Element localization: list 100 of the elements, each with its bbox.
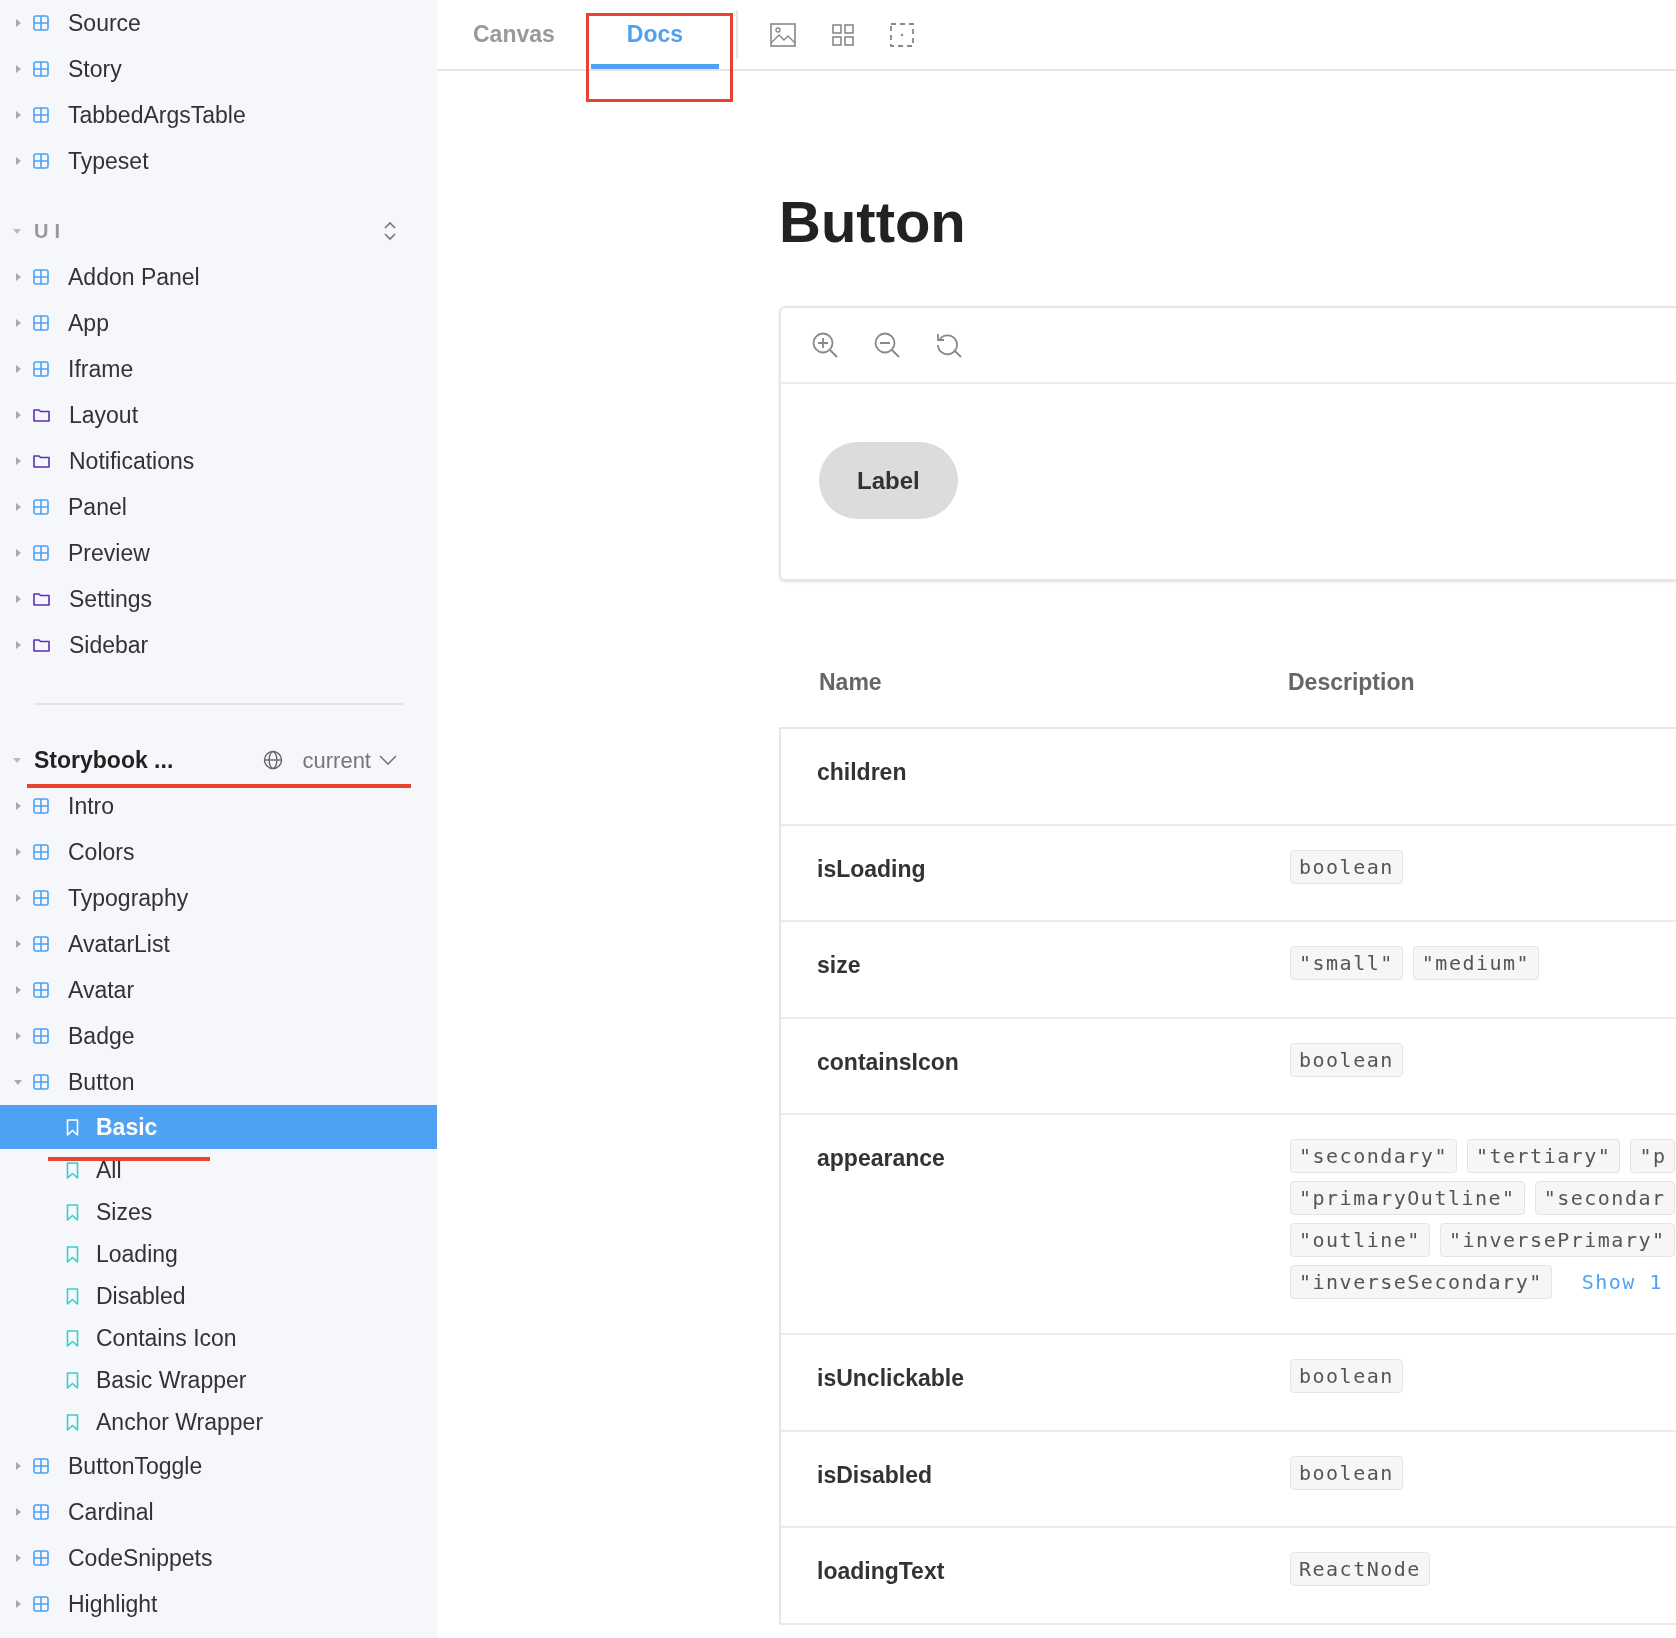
bookmark-icon xyxy=(66,1118,79,1136)
caret-right-icon xyxy=(14,365,22,373)
type-value: "primaryOutline" xyxy=(1290,1181,1525,1215)
caret-right-icon xyxy=(14,986,22,994)
tree-item[interactable]: Intro xyxy=(0,783,437,829)
tree-item[interactable]: Source xyxy=(0,0,437,46)
tree-item[interactable]: ButtonToggle xyxy=(0,1443,437,1489)
version-dropdown[interactable]: current xyxy=(302,743,397,777)
folder-icon xyxy=(33,454,50,468)
column-header: Description xyxy=(1288,668,1415,697)
caret-right-icon xyxy=(14,1462,22,1470)
prop-name: containsIcon xyxy=(816,1047,960,1077)
tree-item[interactable]: Highlight xyxy=(0,1581,437,1627)
component-icon xyxy=(33,107,49,123)
expand-collapse-icon[interactable] xyxy=(383,220,397,242)
tree-item[interactable]: Typeset xyxy=(0,138,437,184)
component-icon xyxy=(33,1028,49,1044)
folder-icon xyxy=(33,638,50,652)
chevron-down-icon xyxy=(379,755,397,765)
zoom-out-icon[interactable] xyxy=(873,331,901,359)
tree-item[interactable]: Colors xyxy=(0,829,437,875)
tree-item[interactable]: Iframe xyxy=(0,346,437,392)
tree-item[interactable]: Notifications xyxy=(0,438,437,484)
nested-tree-item[interactable]: Anchor Wrapper xyxy=(0,1401,437,1443)
nested-tree-item[interactable]: Loading xyxy=(0,1233,437,1275)
nested-tree-item[interactable]: Contains Icon xyxy=(0,1317,437,1359)
nested-tree-item[interactable]: Basic Wrapper xyxy=(0,1359,437,1401)
component-icon xyxy=(33,1596,49,1612)
component-icon xyxy=(33,499,49,515)
caret-right-icon xyxy=(14,457,22,465)
tree-item[interactable]: Layout xyxy=(0,392,437,438)
tree-item[interactable]: Preview xyxy=(0,530,437,576)
zoom-in-icon[interactable] xyxy=(811,331,839,359)
bookmark-icon xyxy=(66,1371,79,1389)
tree-item[interactable]: Settings xyxy=(0,576,437,622)
nested-tree-item[interactable]: Disabled xyxy=(0,1275,437,1317)
component-icon xyxy=(33,61,49,77)
caret-right-icon xyxy=(14,319,22,327)
tree-item[interactable]: Sidebar xyxy=(0,622,437,668)
page-title: Button xyxy=(779,193,967,251)
caret-right-icon xyxy=(14,273,22,281)
caret-right-icon xyxy=(14,1554,22,1562)
component-icon xyxy=(33,936,49,952)
type-value: ReactNode xyxy=(1290,1552,1430,1586)
folder-icon xyxy=(33,592,50,606)
nested-tree-item[interactable]: All xyxy=(0,1149,437,1191)
component-icon xyxy=(33,1550,49,1566)
bookmark-icon xyxy=(66,1329,79,1347)
bookmark-icon xyxy=(66,1203,79,1221)
prop-name: isUnclickable xyxy=(816,1364,966,1393)
prop-name: isDisabled xyxy=(816,1460,934,1490)
caret-right-icon xyxy=(14,802,22,810)
prop-name: size xyxy=(816,951,862,980)
type-value: "secondary" xyxy=(1290,1139,1457,1173)
tree-item[interactable]: Badge xyxy=(0,1013,437,1059)
prop-name: appearance xyxy=(816,1144,946,1173)
tree-item[interactable]: Cardinal xyxy=(0,1489,437,1535)
caret-right-icon xyxy=(14,19,22,27)
type-value: "secondar xyxy=(1534,1181,1675,1215)
dashed-frame-icon[interactable] xyxy=(890,22,915,47)
tree-item[interactable]: App xyxy=(0,300,437,346)
bookmark-icon xyxy=(66,1245,79,1263)
caret-right-icon xyxy=(14,848,22,856)
tree-item[interactable]: AvatarList xyxy=(0,921,437,967)
tree-item[interactable]: Button xyxy=(0,1059,437,1105)
image-icon[interactable] xyxy=(770,22,797,47)
tree-item[interactable]: Typography xyxy=(0,875,437,921)
component-icon xyxy=(33,1074,49,1090)
component-icon xyxy=(33,798,49,814)
tree-item[interactable]: Story xyxy=(0,46,437,92)
caret-right-icon xyxy=(14,894,22,902)
globe-icon[interactable] xyxy=(262,750,283,770)
tree-item[interactable]: CodeSnippets xyxy=(0,1535,437,1581)
caret-right-icon xyxy=(14,549,22,557)
tree-item[interactable]: Addon Panel xyxy=(0,254,437,300)
component-icon xyxy=(33,153,49,169)
component-icon xyxy=(33,890,49,906)
caret-down-icon xyxy=(14,1078,22,1086)
caret-right-icon xyxy=(14,503,22,511)
caret-right-icon xyxy=(14,641,22,649)
nested-tree-item[interactable]: Sizes xyxy=(0,1191,437,1233)
tree-item[interactable]: Panel xyxy=(0,484,437,530)
section-title[interactable]: Storybook ... xyxy=(34,742,174,778)
label-button[interactable]: Label xyxy=(819,442,958,519)
caret-right-icon xyxy=(14,65,22,73)
type-value: "tertiary" xyxy=(1466,1139,1621,1173)
caret-right-icon xyxy=(14,411,22,419)
grid-icon[interactable] xyxy=(832,23,855,46)
tree-item[interactable]: TabbedArgsTable xyxy=(0,92,437,138)
component-icon xyxy=(33,1504,49,1520)
type-value: "small" xyxy=(1290,946,1403,980)
type-value: boolean xyxy=(1290,1455,1403,1490)
component-icon xyxy=(33,15,49,31)
component-icon xyxy=(33,982,49,998)
bookmark-icon xyxy=(66,1413,79,1431)
tree-item[interactable]: Avatar xyxy=(0,967,437,1013)
component-icon xyxy=(33,315,49,331)
type-value: "p xyxy=(1630,1139,1676,1173)
prop-name: isLoading xyxy=(816,854,927,884)
zoom-reset-icon[interactable] xyxy=(935,331,963,359)
